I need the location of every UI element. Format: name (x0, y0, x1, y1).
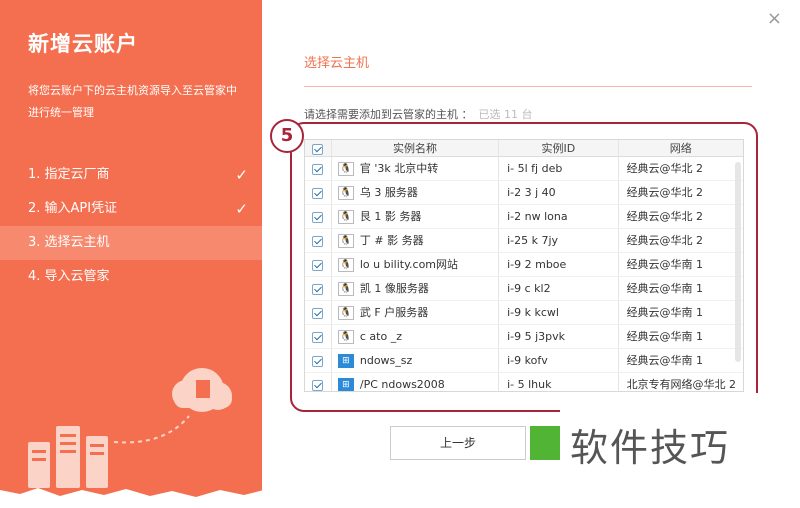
step-label: 4. 导入云管家 (28, 269, 110, 284)
step-4: 4. 导入云管家 (0, 260, 262, 294)
check-icon: ✓ (235, 166, 248, 184)
section-title: 选择云主机 (304, 56, 370, 71)
dialog-title: 新增云账户 (28, 32, 138, 56)
step-2: 2. 输入API凭证 ✓ (0, 192, 262, 226)
selected-count: 已选 11 台 (478, 108, 533, 121)
step-label: 2. 输入API凭证 (28, 201, 118, 216)
annotation-badge: 5 (270, 119, 304, 153)
torn-edge (0, 488, 560, 508)
sidebar: 新增云账户 将您云账户下的云主机资源导入至云管家中进行统一管理 1. 指定云厂商… (0, 0, 262, 508)
divider (304, 86, 752, 87)
prompt-text: 请选择需要添加到云管家的主机 ： (304, 108, 473, 121)
selection-prompt: 请选择需要添加到云管家的主机 ： 已选 11 台 (304, 106, 533, 122)
step-label: 1. 指定云厂商 (28, 167, 110, 182)
step-1: 1. 指定云厂商 ✓ (0, 158, 262, 192)
step-list: 1. 指定云厂商 ✓ 2. 输入API凭证 ✓ 3. 选择云主机 4. 导入云管… (0, 158, 262, 294)
check-icon: ✓ (235, 200, 248, 218)
annotation-outline (290, 122, 758, 412)
previous-button[interactable]: 上一步 (390, 426, 526, 460)
dialog-description: 将您云账户下的云主机资源导入至云管家中进行统一管理 (28, 84, 237, 119)
step-label: 3. 选择云主机 (28, 235, 110, 250)
close-icon[interactable]: × (767, 8, 782, 29)
step-3: 3. 选择云主机 (0, 226, 262, 260)
cloud-icon (172, 368, 232, 412)
cloud-servers-illustration-icon (28, 368, 232, 488)
watermark-text: 软件技巧 (570, 426, 731, 470)
watermark: 软件技巧 (560, 393, 800, 508)
